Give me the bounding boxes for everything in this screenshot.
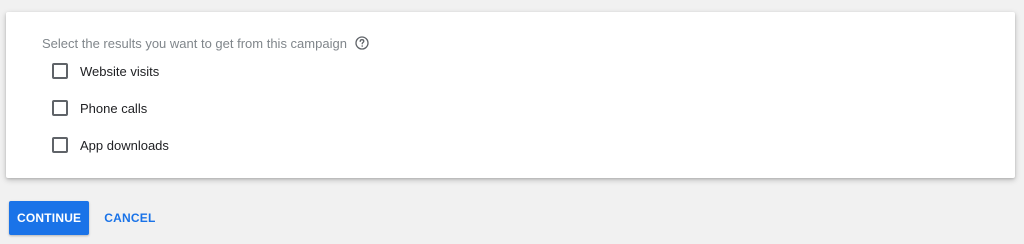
cancel-button[interactable]: CANCEL bbox=[96, 201, 163, 235]
option-label: App downloads bbox=[80, 137, 169, 153]
option-label: Phone calls bbox=[80, 100, 148, 116]
option-website-visits[interactable]: Website visits bbox=[52, 62, 159, 80]
option-app-downloads[interactable]: App downloads bbox=[52, 136, 169, 154]
option-phone-calls[interactable]: Phone calls bbox=[52, 99, 147, 117]
help-circle-icon[interactable] bbox=[355, 36, 369, 50]
campaign-results-card: Select the results you want to get from … bbox=[6, 12, 1015, 178]
phone-calls-checkbox[interactable] bbox=[52, 100, 68, 116]
option-label: Website visits bbox=[80, 63, 160, 79]
results-prompt-row: Select the results you want to get from … bbox=[42, 35, 369, 51]
results-prompt-text: Select the results you want to get from … bbox=[42, 35, 347, 51]
app-downloads-checkbox[interactable] bbox=[52, 137, 68, 153]
continue-button[interactable]: CONTINUE bbox=[9, 201, 90, 235]
website-visits-checkbox[interactable] bbox=[52, 63, 68, 79]
form-actions: CONTINUE CANCEL bbox=[9, 201, 163, 235]
